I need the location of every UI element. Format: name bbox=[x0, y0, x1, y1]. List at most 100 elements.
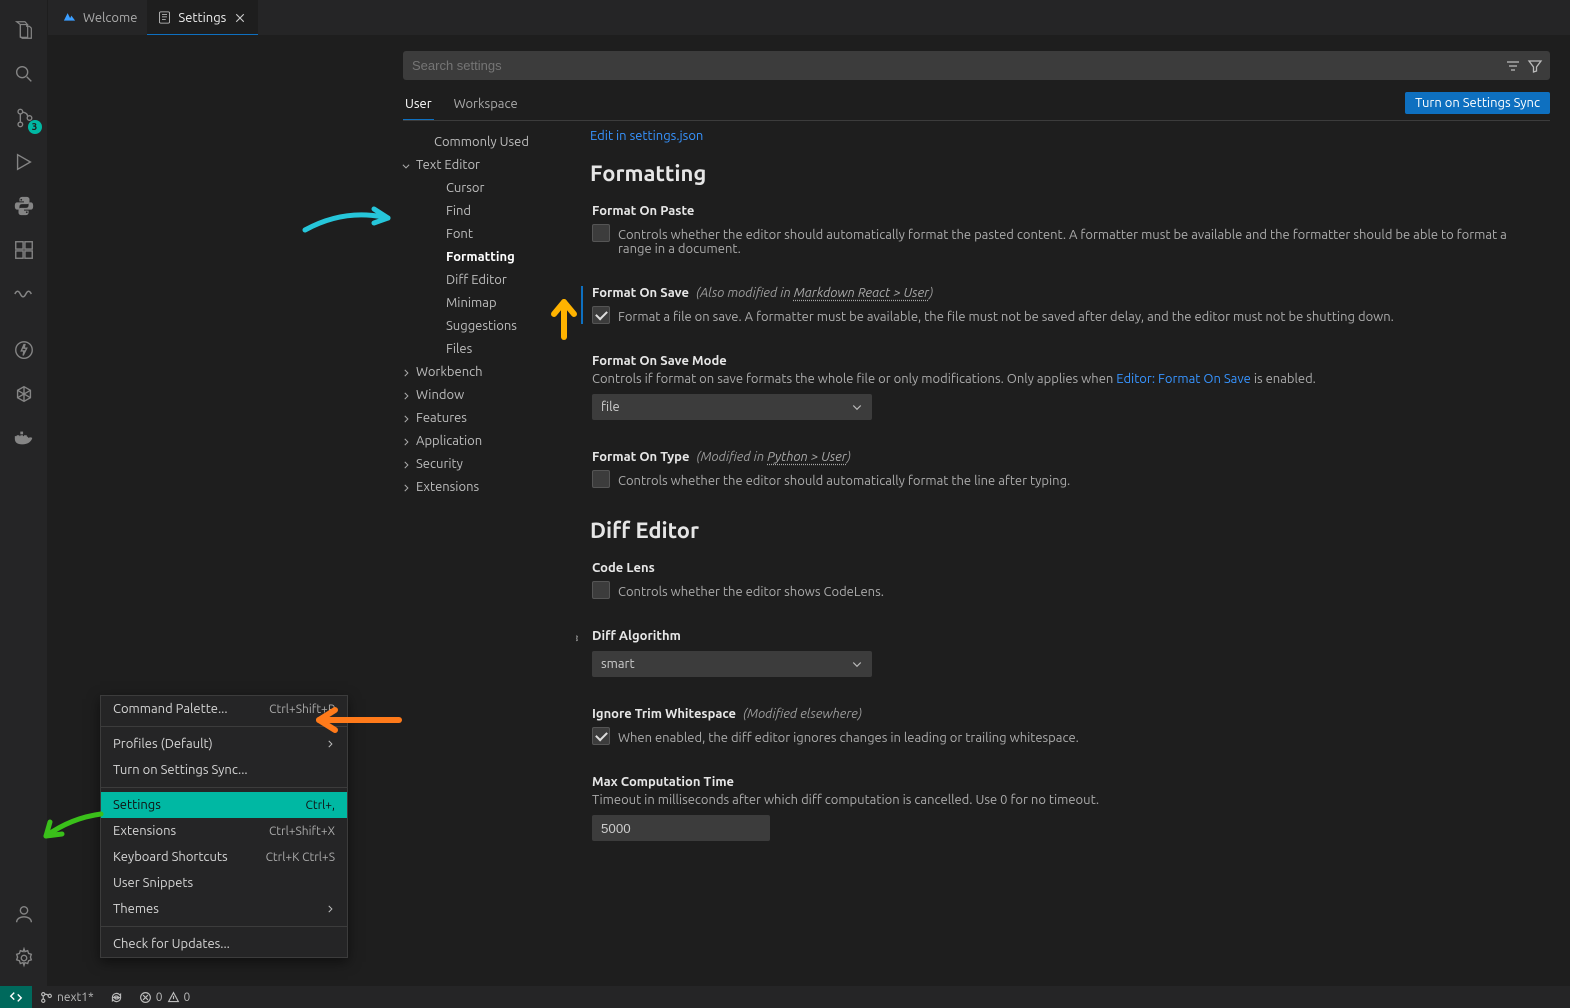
setting-desc: Controls whether the editor should autom… bbox=[618, 474, 1070, 488]
chevron-right-icon bbox=[400, 459, 412, 471]
setting-diff-algorithm: Diff Algorithm smart bbox=[590, 629, 1542, 677]
tab-settings-label: Settings bbox=[178, 11, 226, 25]
toc-security[interactable]: Security bbox=[410, 453, 572, 476]
docker-icon[interactable] bbox=[0, 416, 48, 460]
menu-turn-on-sync[interactable]: Turn on Settings Sync... bbox=[101, 757, 347, 783]
scope-tab-workspace[interactable]: Workspace bbox=[452, 93, 520, 119]
setting-ignore-trim-whitespace: Ignore Trim Whitespace (Modified elsewhe… bbox=[590, 707, 1542, 745]
section-header-formatting: Formatting bbox=[590, 161, 1542, 186]
setting-max-comp-time-title: Max Computation Time bbox=[592, 775, 734, 789]
chevron-right-icon bbox=[400, 367, 412, 379]
toc-features[interactable]: Features bbox=[410, 407, 572, 430]
toc-find[interactable]: Find bbox=[410, 200, 572, 223]
setting-desc: Controls whether the editor should autom… bbox=[618, 228, 1542, 256]
modified-scope-link[interactable]: Markdown React > User bbox=[794, 286, 929, 300]
annotation-arrow-orange bbox=[304, 700, 404, 740]
ignore-trim-checkbox[interactable] bbox=[592, 727, 610, 745]
menu-settings[interactable]: Settings Ctrl+, bbox=[101, 792, 347, 818]
menu-themes[interactable]: Themes bbox=[101, 896, 347, 922]
menu-separator bbox=[101, 926, 347, 927]
manage-gear-icon[interactable] bbox=[0, 936, 48, 980]
annotation-arrow-yellow bbox=[544, 292, 584, 342]
format-on-type-checkbox[interactable] bbox=[592, 470, 610, 488]
settings-filter-list-icon[interactable] bbox=[1505, 58, 1521, 74]
source-control-badge: 3 bbox=[28, 120, 42, 134]
setting-format-on-save-mode: Format On Save Mode Controls if format o… bbox=[590, 354, 1542, 420]
python-icon[interactable] bbox=[0, 184, 48, 228]
wavy-icon[interactable] bbox=[0, 272, 48, 316]
settings-search-box[interactable] bbox=[403, 51, 1550, 80]
source-control-icon[interactable]: 3 bbox=[0, 96, 48, 140]
bolt-icon[interactable] bbox=[0, 328, 48, 372]
tab-welcome[interactable]: Welcome bbox=[52, 0, 147, 35]
edit-in-settings-json-link[interactable]: Edit in settings.json bbox=[590, 129, 703, 143]
run-debug-icon[interactable] bbox=[0, 140, 48, 184]
setting-gear-icon[interactable] bbox=[576, 631, 580, 647]
chevron-right-icon bbox=[400, 413, 412, 425]
extensions-icon[interactable] bbox=[0, 228, 48, 272]
toc-application[interactable]: Application bbox=[410, 430, 572, 453]
setting-format-on-type: Format On Type (Modified in Python > Use… bbox=[590, 450, 1542, 488]
format-on-save-mode-select[interactable]: file bbox=[592, 394, 872, 420]
chevron-right-icon bbox=[325, 739, 335, 749]
chevron-right-icon bbox=[400, 482, 412, 494]
setting-desc: Timeout in milliseconds after which diff… bbox=[592, 793, 1542, 807]
menu-user-snippets[interactable]: User Snippets bbox=[101, 870, 347, 896]
menu-extensions[interactable]: Extensions Ctrl+Shift+X bbox=[101, 818, 347, 844]
toc-text-editor[interactable]: Text Editor bbox=[410, 154, 572, 177]
setting-desc: Controls whether the editor shows CodeLe… bbox=[618, 585, 884, 599]
setting-desc: Format a file on save. A formatter must … bbox=[618, 310, 1394, 324]
settings-filter-funnel-icon[interactable] bbox=[1527, 58, 1543, 74]
setting-format-on-paste-title: Format On Paste bbox=[592, 204, 694, 218]
tab-welcome-label: Welcome bbox=[83, 11, 137, 25]
status-bar: next1* 0 0 bbox=[0, 986, 1570, 1008]
toc-window[interactable]: Window bbox=[410, 384, 572, 407]
setting-ignore-trim-title: Ignore Trim Whitespace bbox=[592, 707, 736, 721]
chevron-down-icon bbox=[851, 401, 863, 413]
setting-format-on-save-title: Format On Save bbox=[592, 286, 689, 300]
chevron-right-icon bbox=[400, 436, 412, 448]
git-branch-status[interactable]: next1* bbox=[32, 991, 102, 1004]
menu-separator bbox=[101, 787, 347, 788]
setting-format-on-type-title: Format On Type bbox=[592, 450, 689, 464]
annotation-arrow-green bbox=[36, 806, 106, 846]
explorer-icon[interactable] bbox=[0, 8, 48, 52]
format-on-paste-checkbox[interactable] bbox=[592, 224, 610, 242]
diff-algorithm-select[interactable]: smart bbox=[592, 651, 872, 677]
menu-keyboard-shortcuts[interactable]: Keyboard Shortcuts Ctrl+K Ctrl+S bbox=[101, 844, 347, 870]
editor-tab-bar: Welcome Settings bbox=[48, 0, 1570, 35]
toc-cursor[interactable]: Cursor bbox=[410, 177, 572, 200]
openai-icon[interactable] bbox=[0, 372, 48, 416]
format-on-save-checkbox[interactable] bbox=[592, 306, 610, 324]
section-header-diff-editor: Diff Editor bbox=[590, 518, 1542, 543]
toc-formatting[interactable]: Formatting bbox=[410, 246, 572, 269]
toc-commonly-used[interactable]: Commonly Used bbox=[410, 131, 572, 154]
tab-settings[interactable]: Settings bbox=[147, 0, 258, 35]
close-icon[interactable] bbox=[232, 10, 248, 26]
accounts-icon[interactable] bbox=[0, 892, 48, 936]
chevron-down-icon bbox=[851, 658, 863, 670]
editor-format-on-save-link[interactable]: Editor: Format On Save bbox=[1116, 372, 1251, 386]
modified-scope-link[interactable]: Python > User bbox=[767, 450, 847, 464]
code-lens-checkbox[interactable] bbox=[592, 581, 610, 599]
settings-toc: Commonly Used Text Editor Cursor Find Fo… bbox=[406, 121, 576, 986]
turn-on-settings-sync-button[interactable]: Turn on Settings Sync bbox=[1405, 92, 1550, 114]
menu-check-updates[interactable]: Check for Updates... bbox=[101, 931, 347, 957]
toc-extensions[interactable]: Extensions bbox=[410, 476, 572, 499]
settings-list: Edit in settings.json Formatting Format … bbox=[576, 121, 1560, 986]
max-computation-time-input[interactable] bbox=[592, 815, 770, 841]
select-value: file bbox=[601, 400, 620, 414]
problems-status[interactable]: 0 0 bbox=[131, 991, 199, 1004]
toc-workbench[interactable]: Workbench bbox=[410, 361, 572, 384]
scope-tab-user[interactable]: User bbox=[403, 93, 434, 120]
settings-search-input[interactable] bbox=[404, 52, 1499, 79]
toc-diff-editor[interactable]: Diff Editor bbox=[410, 269, 572, 292]
toc-font[interactable]: Font bbox=[410, 223, 572, 246]
setting-max-computation-time: Max Computation Time Timeout in millisec… bbox=[590, 775, 1542, 841]
sync-status[interactable] bbox=[102, 991, 131, 1004]
search-icon[interactable] bbox=[0, 52, 48, 96]
setting-diff-algorithm-title: Diff Algorithm bbox=[592, 629, 681, 643]
setting-code-lens-title: Code Lens bbox=[592, 561, 655, 575]
remote-indicator[interactable] bbox=[0, 986, 32, 1008]
setting-format-on-save: Format On Save (Also modified in Markdow… bbox=[590, 286, 1542, 324]
